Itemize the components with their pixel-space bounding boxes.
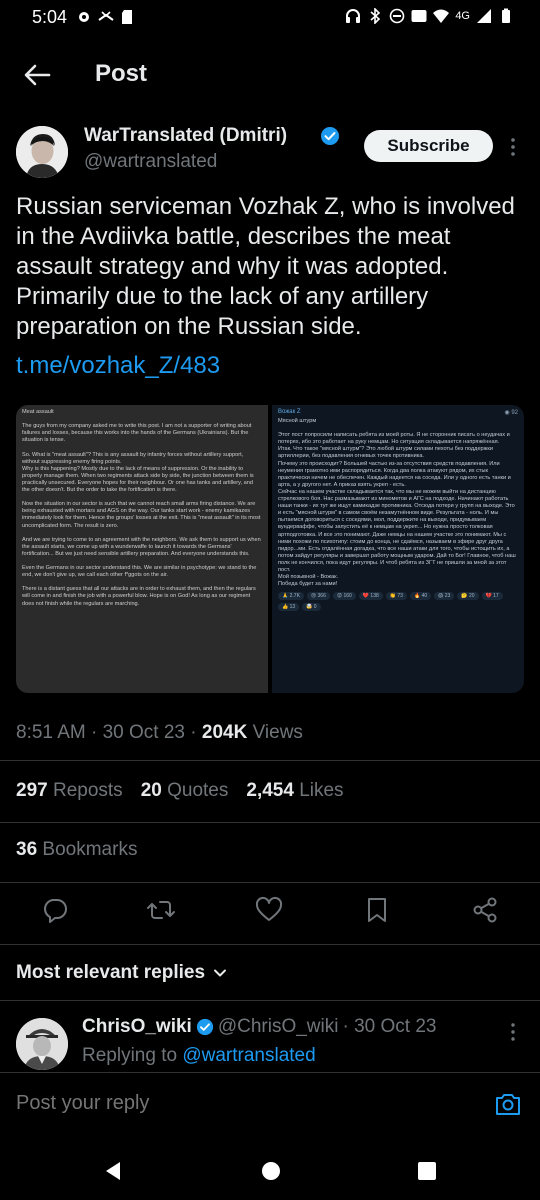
bookmarks-label: Bookmarks	[42, 839, 138, 860]
divider	[0, 1000, 540, 1001]
divider	[0, 944, 540, 945]
nav-back-icon[interactable]	[102, 1160, 124, 1182]
repost-icon[interactable]	[146, 895, 176, 925]
author-handle[interactable]: @wartranslated	[84, 151, 217, 173]
views-label: Views	[252, 722, 303, 743]
page-title: Post	[95, 60, 148, 87]
reply-date: · 30 Oct 23	[342, 1016, 437, 1037]
replying-to-handle[interactable]: @wartranslated	[182, 1045, 315, 1066]
sd-card-icon	[122, 10, 132, 24]
more-options-icon[interactable]	[506, 136, 520, 158]
replying-prefix: Replying to	[82, 1045, 178, 1066]
reaction-chip: 🔥 40	[409, 592, 432, 601]
replies-sort-dropdown[interactable]: Most relevant replies	[16, 962, 227, 984]
avatar-portrait-icon	[16, 1018, 68, 1070]
battery-icon	[502, 8, 510, 23]
action-bar	[0, 895, 540, 929]
avatar-portrait-icon	[16, 126, 68, 178]
bluetooth-icon	[370, 8, 381, 24]
headphones-icon	[346, 9, 361, 23]
reaction-chip: 😢 366	[306, 592, 330, 601]
divider	[0, 760, 540, 761]
bookmarks-stat[interactable]: 36 Bookmarks	[16, 839, 137, 861]
post-body-text: Russian serviceman Vozhak Z, who is invo…	[16, 193, 515, 340]
engagement-stats: 297 Reposts 20 Quotes 2,454 Likes	[16, 780, 344, 802]
chevron-down-icon	[214, 969, 227, 977]
more-options-icon[interactable]	[506, 1022, 520, 1042]
post-time: 8:51 AM	[16, 722, 86, 743]
hd-icon	[411, 10, 427, 22]
reaction-chip: 💔 17	[481, 592, 503, 601]
divider	[0, 882, 540, 883]
post-image-english-translation[interactable]: Meat assault The guys from my company as…	[16, 405, 268, 693]
nav-home-icon[interactable]	[260, 1160, 282, 1182]
status-left-icons	[76, 9, 136, 25]
reaction-chip: 🙏 2.7K	[278, 592, 304, 601]
verified-badge-icon	[196, 1018, 213, 1036]
author-avatar[interactable]	[16, 126, 68, 178]
reaction-chip: ❤️ 138	[358, 592, 383, 601]
bookmark-icon[interactable]	[362, 895, 392, 925]
image-view-counter: ◉ 92	[504, 410, 518, 416]
like-heart-icon[interactable]	[254, 895, 284, 925]
status-bar: 5:04 4G	[0, 0, 540, 36]
reposts-stat[interactable]: 297 Reposts	[16, 780, 123, 802]
verified-badge-icon	[321, 127, 339, 145]
replies-sort-label: Most relevant replies	[16, 962, 206, 983]
reply-header: ChrisO_wiki @ChrisO_wiki · 30 Oct 23	[82, 1016, 436, 1038]
views-count: 204K	[201, 722, 248, 743]
network-type: 4G	[455, 10, 470, 22]
bookmarks-count: 36	[16, 839, 38, 860]
image-reactions: 🙏 2.7K 😢 366 😡 160 ❤️ 138 👏 73 🔥 40 😱 23…	[272, 592, 524, 612]
reaction-chip: 😡 160	[332, 592, 356, 601]
missed-call-icon	[98, 11, 114, 21]
reposts-label: Reposts	[52, 780, 123, 801]
reaction-chip: 👏 73	[385, 592, 407, 601]
signal-icon	[477, 9, 491, 23]
reaction-chip: 😱 23	[434, 592, 455, 601]
settings-gear-icon	[79, 12, 89, 22]
likes-stat[interactable]: 2,454 Likes	[246, 780, 343, 802]
replying-to: Replying to @wartranslated	[82, 1045, 316, 1067]
reply-avatar[interactable]	[16, 1018, 68, 1070]
reaction-chip: 🤯 0	[302, 603, 321, 612]
image-channel-name: Вожак Z	[278, 409, 301, 415]
do-not-disturb-icon	[390, 8, 405, 24]
status-time: 5:04	[32, 7, 68, 27]
quotes-label: Quotes	[167, 780, 229, 801]
reply-icon[interactable]	[40, 895, 70, 925]
post-link[interactable]: t.me/vozhak_Z/483	[16, 352, 220, 380]
image-russian-text: Мясной штурм Этот пост попросили написат…	[278, 418, 516, 588]
reply-author-name[interactable]: ChrisO_wiki	[82, 1016, 192, 1038]
post-date: 30 Oct 23	[102, 722, 185, 743]
wifi-icon	[433, 9, 450, 23]
reposts-count: 297	[16, 780, 48, 801]
reaction-chip: 🤔 20	[457, 592, 479, 601]
post-image-russian-original[interactable]: Вожак Z ◉ 92 Мясной штурм Этот пост попр…	[272, 405, 524, 693]
share-icon[interactable]	[470, 895, 500, 925]
nav-recents-icon[interactable]	[416, 1160, 438, 1182]
back-arrow-icon[interactable]	[22, 60, 52, 90]
system-nav-bar	[0, 1142, 540, 1200]
author-name[interactable]: WarTranslated (Dmitri)	[84, 125, 287, 147]
quotes-stat[interactable]: 20 Quotes	[141, 780, 229, 802]
likes-label: Likes	[299, 780, 344, 801]
reply-input[interactable]	[16, 1092, 466, 1115]
image-english-text: Meat assault The guys from my company as…	[22, 409, 261, 607]
divider	[0, 822, 540, 823]
quotes-count: 20	[140, 780, 162, 801]
camera-icon[interactable]	[494, 1090, 522, 1118]
reply-author-handle[interactable]: @ChrisO_wiki	[218, 1016, 339, 1038]
status-right-icons: 4G	[345, 8, 514, 24]
subscribe-button[interactable]: Subscribe	[364, 130, 493, 162]
post-meta: 8:51 AM · 30 Oct 23 · 204K Views	[16, 722, 303, 743]
likes-count: 2,454	[246, 780, 294, 801]
image-russian-header: Вожак Z ◉ 92	[272, 405, 524, 416]
reaction-chip: 👍 13	[278, 603, 300, 612]
